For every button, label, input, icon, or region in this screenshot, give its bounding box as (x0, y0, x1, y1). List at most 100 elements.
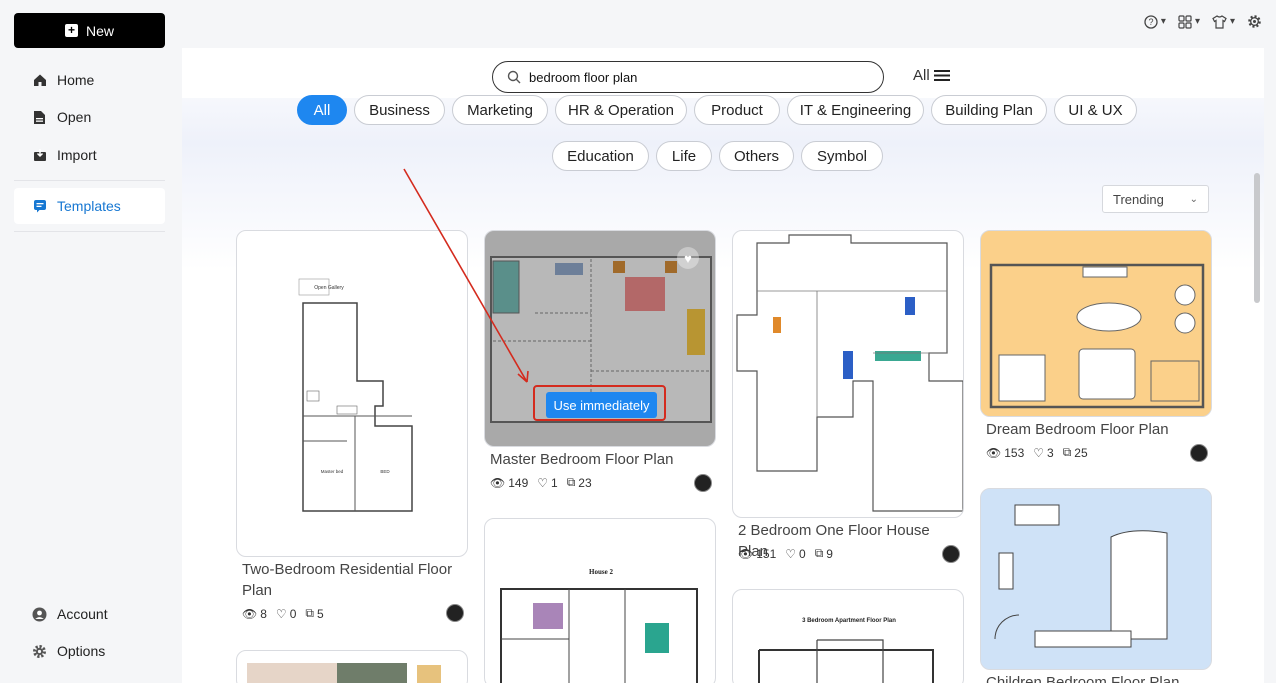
category-chip-symbol[interactable]: Symbol (801, 141, 883, 171)
category-chip-ui-ux[interactable]: UI & UX (1054, 95, 1137, 125)
chevron-down-icon: ▾ (1160, 16, 1166, 27)
avatar[interactable] (942, 545, 960, 563)
likes-stat: ♡ 0 (276, 607, 296, 621)
sidebar-item-account[interactable]: Account (14, 596, 165, 632)
apps-menu[interactable]: ▾ (1178, 14, 1200, 29)
avatar[interactable] (446, 604, 464, 622)
eye-icon: 👁 (986, 445, 1002, 460)
divider (14, 231, 165, 232)
template-card[interactable]: Dream Bedroom Floor Plan 👁 153 ♡ 3 ⧉ 25 (980, 230, 1212, 470)
copy-icon: ⧉ (305, 606, 314, 620)
template-title[interactable]: Two-Bedroom Residential Floor Plan (242, 559, 464, 601)
category-chip-life[interactable]: Life (656, 141, 712, 171)
likes-count: 3 (1047, 445, 1054, 460)
category-chip-education[interactable]: Education (552, 141, 649, 171)
floor-plan-image (981, 231, 1211, 416)
theme-menu[interactable]: ▾ (1212, 14, 1235, 29)
category-chip-hr-operation[interactable]: HR & Operation (555, 95, 687, 125)
templates-icon (32, 199, 47, 214)
thumb-label: Open Gallery (314, 285, 344, 291)
sidebar-item-label: Open (57, 109, 92, 125)
template-title[interactable]: Master Bedroom Floor Plan (490, 449, 712, 470)
search-filter-menu[interactable]: All (913, 67, 950, 84)
floor-plan-image (247, 663, 441, 683)
views-stat: 👁 151 (738, 547, 776, 561)
template-card[interactable]: 3 Bedroom Apartment Floor Plan (732, 589, 964, 683)
use-immediately-button[interactable]: Use immediately (546, 392, 657, 418)
apps-icon (1178, 14, 1192, 29)
likes-stat: ♡ 0 (785, 547, 805, 561)
template-thumbnail[interactable] (980, 230, 1212, 417)
favorite-button[interactable]: ♥ (677, 247, 699, 269)
chevron-down-icon: ▾ (1194, 16, 1200, 27)
account-icon (32, 607, 47, 622)
floor-plan-image: Open Gallery Master bed BED (298, 278, 413, 512)
sidebar-item-templates[interactable]: Templates (14, 188, 165, 224)
top-toolbar: ? ▾ ▾ ▾ (1144, 14, 1262, 29)
sidebar-item-home[interactable]: Home (14, 62, 165, 98)
settings-icon (1248, 15, 1261, 28)
heart-icon: ♡ (275, 606, 287, 621)
search-input[interactable]: bedroom floor plan (492, 61, 884, 93)
copy-icon: ⧉ (814, 546, 824, 560)
category-chip-it-engineering[interactable]: IT & Engineering (787, 95, 924, 125)
sort-select[interactable]: Trending ⌄ (1102, 185, 1209, 213)
category-chip-marketing[interactable]: Marketing (452, 95, 548, 125)
template-thumbnail[interactable]: ♥ Use immediately (484, 230, 716, 447)
likes-count: 0 (799, 546, 806, 561)
template-card[interactable]: 2 Bedroom One Floor House Plan 👁 151 ♡ 0 ⧉… (732, 230, 964, 570)
template-title[interactable]: Children Bedroom Floor Plan (986, 672, 1208, 683)
sidebar-item-import[interactable]: Import (14, 137, 165, 173)
settings-button[interactable] (1247, 14, 1262, 29)
copies-stat: ⧉ 5 (305, 606, 323, 621)
likes-stat: ♡ 1 (537, 476, 557, 490)
avatar[interactable] (694, 474, 712, 492)
help-menu[interactable]: ? ▾ (1144, 14, 1166, 29)
svg-text:?: ? (1148, 17, 1153, 27)
eye-icon: 👁 (242, 606, 258, 621)
template-thumbnail[interactable]: 3 Bedroom Apartment Floor Plan (732, 589, 964, 683)
sidebar: + New Home Open Import Templates Account… (0, 0, 180, 683)
category-chip-product[interactable]: Product (694, 95, 780, 125)
template-stats: 👁 151 ♡ 0 ⧉ 9 (738, 546, 833, 561)
new-button[interactable]: + New (14, 13, 165, 48)
floor-plan-image: 3 Bedroom Apartment Floor Plan (758, 618, 934, 683)
copy-icon: ⧉ (566, 475, 576, 489)
sidebar-item-options[interactable]: Options (14, 633, 165, 669)
template-stats: 👁 8 ♡ 0 ⧉ 5 (242, 606, 324, 621)
template-card[interactable]: Open Gallery Master bed BED Two-Bedroom … (236, 230, 468, 630)
copies-count: 5 (316, 606, 324, 621)
category-chip-all[interactable]: All (297, 95, 347, 125)
heart-icon: ♡ (537, 475, 549, 490)
views-count: 151 (756, 546, 777, 561)
new-button-label: New (85, 22, 114, 39)
template-card[interactable]: ♥ Use immediately Master Bedroom Floor P… (484, 230, 716, 500)
thumb-label: Master bed (321, 469, 344, 474)
sidebar-item-label: Options (57, 643, 106, 659)
template-thumbnail[interactable]: Open Gallery Master bed BED (236, 230, 468, 557)
copy-icon: ⧉ (1062, 445, 1072, 459)
likes-stat: ♡ 3 (1033, 446, 1053, 460)
template-thumbnail[interactable] (980, 488, 1212, 670)
copies-count: 25 (1074, 445, 1088, 460)
template-card[interactable]: House 2 (484, 518, 716, 683)
scrollbar[interactable] (1254, 173, 1260, 303)
copies-stat: ⧉ 23 (567, 475, 592, 490)
search-filter-label: All (913, 67, 930, 84)
heart-icon: ♡ (1033, 445, 1045, 460)
template-thumbnail[interactable]: House 2 (484, 518, 716, 683)
template-thumbnail[interactable] (732, 230, 964, 518)
category-chip-others[interactable]: Others (719, 141, 794, 171)
sidebar-item-open[interactable]: Open (14, 99, 165, 135)
search-input-value: bedroom floor plan (529, 69, 638, 85)
category-chip-business[interactable]: Business (354, 95, 445, 125)
category-chip-building-plan[interactable]: Building Plan (931, 95, 1047, 125)
template-title[interactable]: Dream Bedroom Floor Plan (986, 419, 1208, 440)
template-card[interactable]: Children Bedroom Floor Plan (980, 488, 1212, 683)
template-card[interactable] (236, 650, 468, 683)
template-stats: 👁 149 ♡ 1 ⧉ 23 (490, 475, 592, 490)
template-thumbnail[interactable] (236, 650, 468, 683)
likes-count: 1 (551, 475, 558, 490)
avatar[interactable] (1190, 444, 1208, 462)
heart-icon: ♥ (684, 250, 692, 266)
